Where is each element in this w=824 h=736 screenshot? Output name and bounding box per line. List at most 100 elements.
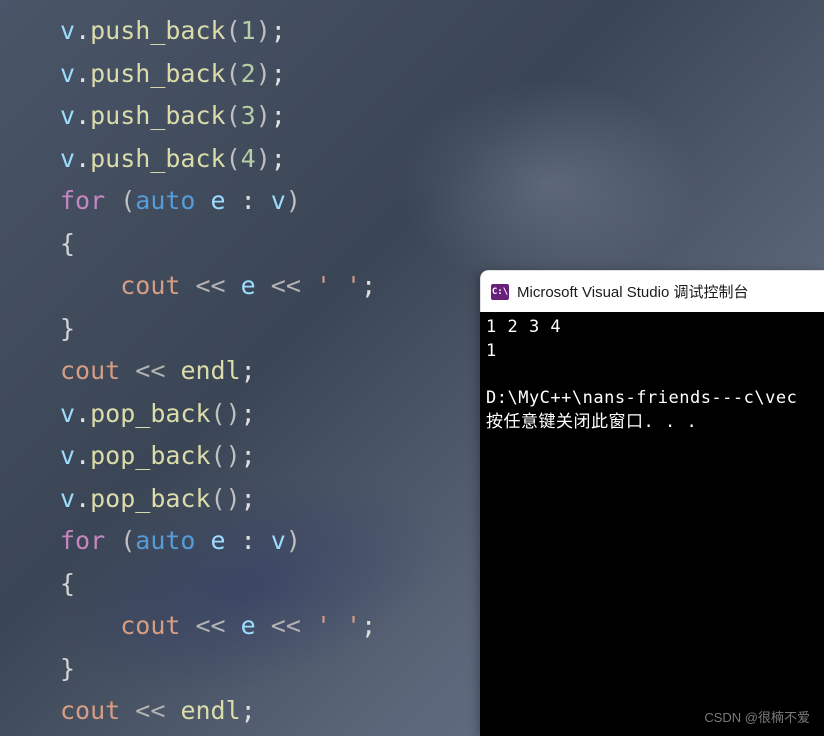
code-line: cout << e << ' '; (60, 265, 376, 308)
code-token: } (60, 314, 75, 343)
code-token: ( (226, 144, 241, 173)
code-token: : (226, 186, 271, 215)
code-token: } (60, 654, 75, 683)
code-line: for (auto e : v) (60, 180, 376, 223)
code-token: () (211, 399, 241, 428)
code-token: ' ' (316, 271, 361, 300)
code-token: << (256, 271, 316, 300)
code-line: v.pop_back(); (60, 435, 376, 478)
code-line: for (auto e : v) (60, 520, 376, 563)
code-token: e (241, 271, 256, 300)
code-token: cout (60, 696, 120, 725)
code-token: : (226, 526, 271, 555)
code-token: ( (120, 186, 135, 215)
code-token: ; (241, 484, 256, 513)
console-title: Microsoft Visual Studio 调试控制台 (517, 281, 748, 302)
code-token: ; (241, 356, 256, 385)
code-token: ) (256, 101, 271, 130)
code-token: e (211, 526, 226, 555)
code-token: v (271, 526, 286, 555)
code-token: ; (361, 611, 376, 640)
code-token: v (271, 186, 286, 215)
code-token: ) (286, 186, 301, 215)
code-token: pop_back (90, 484, 210, 513)
code-token: for (60, 186, 120, 215)
code-token: { (60, 569, 75, 598)
code-line: cout << e << ' '; (60, 605, 376, 648)
code-token: cout (60, 356, 120, 385)
code-token: . (75, 399, 90, 428)
code-token: << (180, 611, 240, 640)
code-token: ) (286, 526, 301, 555)
code-token: 1 (241, 16, 256, 45)
code-token: ( (226, 101, 241, 130)
code-line: { (60, 223, 376, 266)
code-token: ; (271, 16, 286, 45)
code-token: . (75, 101, 90, 130)
code-line: v.push_back(4); (60, 138, 376, 181)
code-line: cout << endl; (60, 690, 376, 733)
code-token: cout (120, 271, 180, 300)
code-token: ; (361, 271, 376, 300)
code-token: e (211, 186, 226, 215)
code-token: v (60, 101, 75, 130)
code-token: v (60, 399, 75, 428)
code-token: 4 (241, 144, 256, 173)
code-token: v (60, 484, 75, 513)
code-token: . (75, 441, 90, 470)
code-token: v (60, 59, 75, 88)
code-token: auto (135, 186, 210, 215)
code-token: ; (241, 696, 256, 725)
debug-console-window[interactable]: C:\ Microsoft Visual Studio 调试控制台 1 2 3 … (480, 270, 824, 736)
code-editor-area: v.push_back(1);v.push_back(2);v.push_bac… (60, 10, 376, 733)
code-token: << (180, 271, 240, 300)
code-token: << (256, 611, 316, 640)
code-token: () (211, 441, 241, 470)
console-titlebar[interactable]: C:\ Microsoft Visual Studio 调试控制台 (480, 270, 824, 312)
code-token: e (241, 611, 256, 640)
code-token: () (211, 484, 241, 513)
code-token: ) (256, 144, 271, 173)
code-token: 2 (241, 59, 256, 88)
code-token: push_back (90, 101, 225, 130)
code-token: . (75, 16, 90, 45)
code-token: push_back (90, 144, 225, 173)
code-token: push_back (90, 59, 225, 88)
code-token (60, 271, 120, 300)
code-token: ; (241, 441, 256, 470)
code-token: auto (135, 526, 210, 555)
code-token: { (60, 229, 75, 258)
code-token: ( (226, 16, 241, 45)
code-token: push_back (90, 16, 225, 45)
code-token: ; (271, 144, 286, 173)
code-token: cout (120, 611, 180, 640)
code-token: pop_back (90, 399, 210, 428)
code-token: << (120, 356, 180, 385)
code-line: v.push_back(2); (60, 53, 376, 96)
code-token: v (60, 16, 75, 45)
code-line: v.pop_back(); (60, 478, 376, 521)
code-token: ; (271, 101, 286, 130)
code-token: . (75, 484, 90, 513)
code-line: v.pop_back(); (60, 393, 376, 436)
code-token: << (120, 696, 180, 725)
code-token: for (60, 526, 120, 555)
code-token: . (75, 144, 90, 173)
code-token: endl (180, 696, 240, 725)
code-line: cout << endl; (60, 350, 376, 393)
vs-console-icon: C:\ (491, 284, 509, 300)
code-token: endl (180, 356, 240, 385)
code-token: ' ' (316, 611, 361, 640)
code-token: pop_back (90, 441, 210, 470)
code-line: { (60, 563, 376, 606)
code-token: 3 (241, 101, 256, 130)
code-token: ) (256, 59, 271, 88)
code-line: } (60, 308, 376, 351)
code-line: } (60, 648, 376, 691)
code-token: ) (256, 16, 271, 45)
watermark-text: CSDN @很楠不爱 (704, 707, 810, 726)
console-output: 1 2 3 4 1 D:\MyC++\nans-friends---c\vec … (480, 312, 824, 439)
code-token: ; (241, 399, 256, 428)
code-token: v (60, 144, 75, 173)
code-line: v.push_back(3); (60, 95, 376, 138)
